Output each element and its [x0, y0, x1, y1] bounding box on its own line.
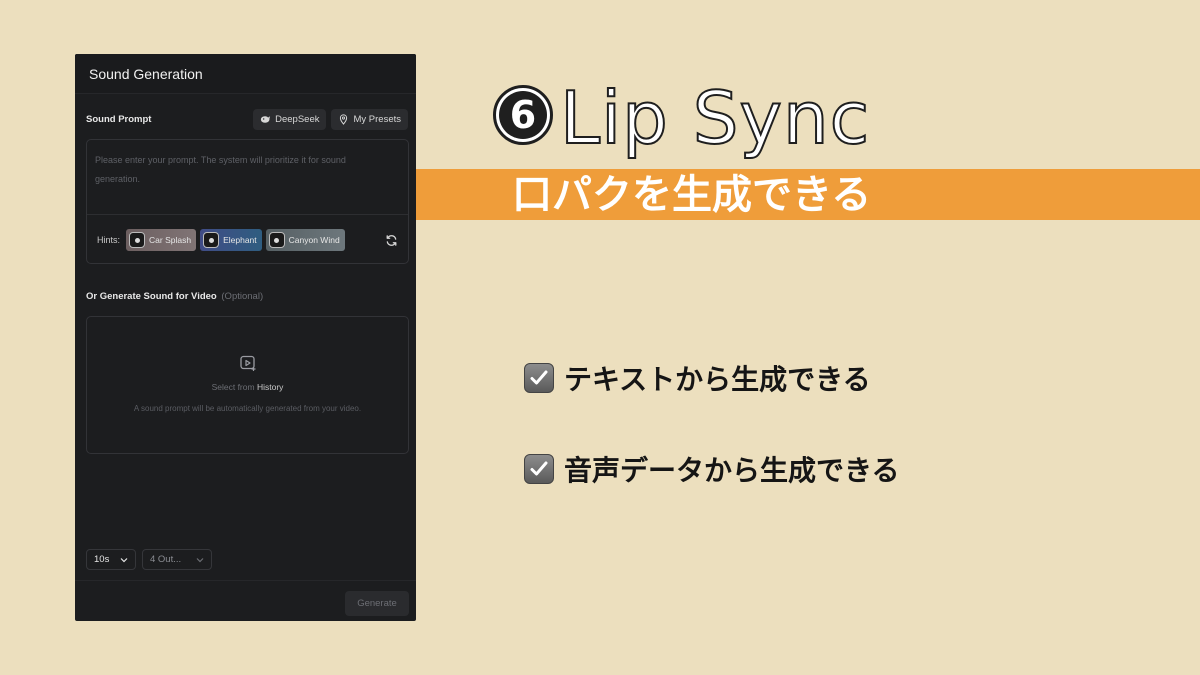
panel-title: Sound Generation [75, 54, 416, 94]
hint-chip-label: Canyon Wind [288, 235, 340, 245]
banner-text: 口パクを生成できる [512, 172, 872, 218]
my-presets-button[interactable]: My Presets [331, 108, 408, 130]
footer-divider [75, 580, 416, 581]
outputs-value: 4 Out... [150, 554, 182, 565]
hints-row: Hints: Car Splash Elephant Canyon Wind [97, 229, 398, 251]
hint-chip-canyon-wind[interactable]: Canyon Wind [265, 229, 345, 251]
optional-tag: (Optional) [221, 291, 264, 302]
video-add-icon [240, 355, 256, 371]
checkbox-checked-icon [524, 454, 554, 484]
sound-disc-icon [129, 232, 146, 248]
sound-disc-icon [203, 232, 220, 248]
duration-dropdown[interactable]: 10s [86, 549, 136, 570]
generate-button[interactable]: Generate [345, 591, 409, 616]
bullet-text: テキストから生成できる [564, 363, 871, 396]
duration-value: 10s [94, 554, 110, 565]
my-presets-label: My Presets [353, 113, 401, 125]
bullet-item: 音声データから生成できる [524, 449, 899, 489]
deepseek-whale-icon [261, 115, 271, 123]
hint-chip-label: Car Splash [149, 235, 192, 245]
sound-prompt-label: Sound Prompt [86, 113, 152, 125]
hint-chip-elephant[interactable]: Elephant [200, 229, 262, 251]
sound-disc-icon [268, 232, 285, 248]
step-number-badge: 6 [493, 85, 553, 145]
hint-chip-label: Elephant [223, 235, 257, 245]
deepseek-button[interactable]: DeepSeek [253, 108, 327, 130]
step-number: 6 [499, 91, 547, 139]
sound-prompt-row: Sound Prompt DeepSeek My Presets [86, 108, 408, 130]
video-hint-text: A sound prompt will be automatically gen… [133, 404, 362, 413]
location-pin-icon [340, 113, 348, 125]
prompt-placeholder[interactable]: Please enter your prompt. The system wil… [95, 151, 385, 189]
checkbox-checked-icon [524, 363, 554, 393]
history-link[interactable]: History [257, 382, 283, 392]
deepseek-label: DeepSeek [275, 113, 320, 125]
bullet-text: 音声データから生成できる [564, 454, 900, 487]
prompt-input-area[interactable]: Please enter your prompt. The system wil… [86, 139, 409, 264]
refresh-icon[interactable] [385, 234, 398, 247]
video-label-text: Or Generate Sound for Video [86, 291, 217, 302]
slide-headline: Lip Sync [559, 76, 871, 160]
chevron-down-icon [196, 557, 204, 562]
video-drop-zone[interactable]: Select from History A sound prompt will … [86, 316, 409, 454]
sound-generation-panel: Sound Generation Sound Prompt DeepSeek M… [75, 54, 416, 621]
bullet-item: テキストから生成できる [524, 358, 871, 398]
select-from-row: Select from History [87, 382, 408, 392]
hint-chip-car-splash[interactable]: Car Splash [126, 229, 197, 251]
select-from-text: Select from [211, 382, 255, 392]
hints-label: Hints: [97, 235, 121, 245]
outputs-dropdown[interactable]: 4 Out... [142, 549, 212, 570]
hints-divider [87, 214, 408, 215]
chevron-down-icon [120, 557, 128, 562]
video-section-label: Or Generate Sound for Video (Optional) [86, 291, 263, 302]
